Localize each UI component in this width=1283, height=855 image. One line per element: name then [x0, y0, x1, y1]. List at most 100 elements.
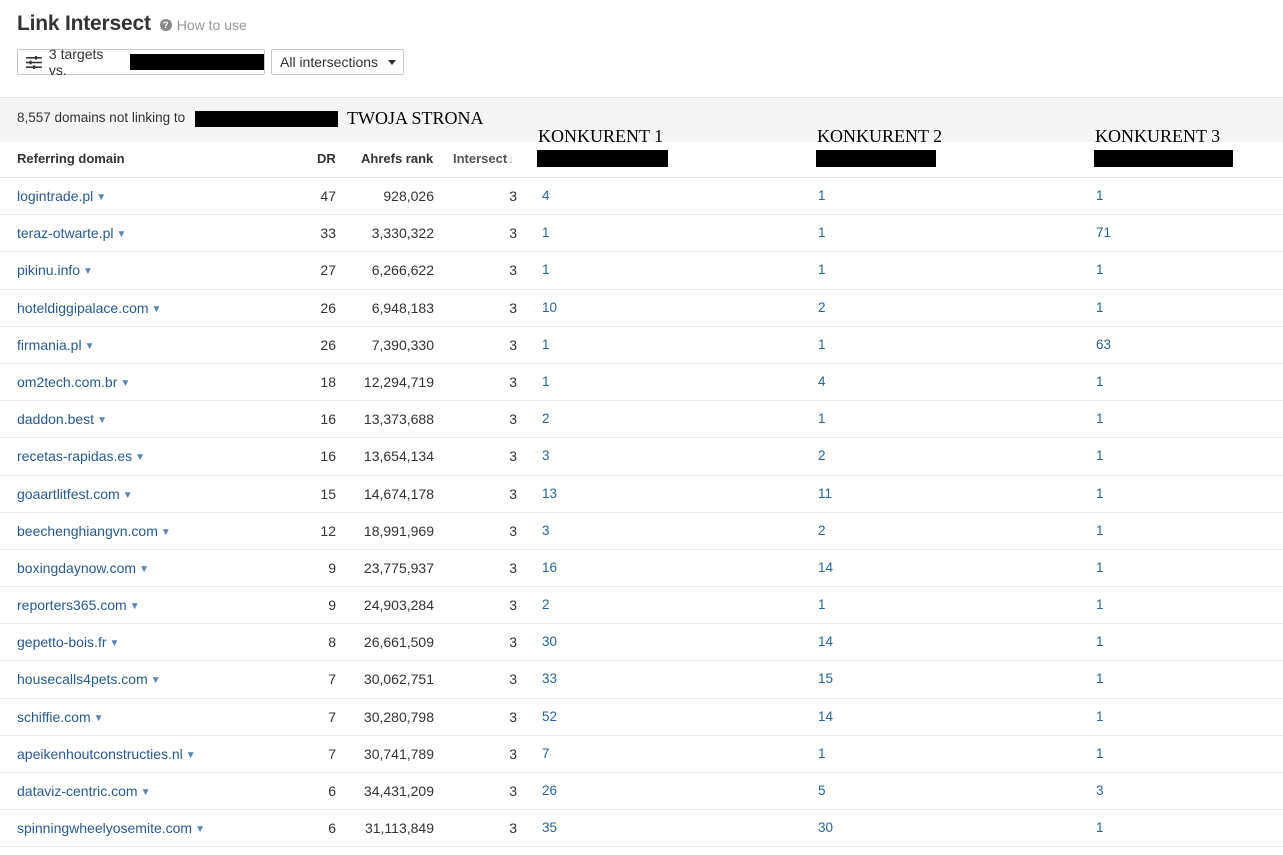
competitor-2-links[interactable]: 1 [818, 225, 826, 240]
domain-dropdown-icon[interactable]: ▼ [161, 527, 171, 538]
competitor-2-links[interactable]: 4 [818, 374, 826, 389]
competitor-3-links[interactable]: 1 [1096, 486, 1104, 501]
competitor-2-links[interactable]: 1 [818, 597, 826, 612]
col-referring-domain[interactable]: Referring domain [17, 151, 125, 166]
domain-link[interactable]: spinningwheelyosemite.com ▼ [17, 820, 205, 836]
domain-link[interactable]: schiffie.com ▼ [17, 709, 104, 725]
competitor-3-links[interactable]: 1 [1096, 560, 1104, 575]
competitor-3-links[interactable]: 3 [1096, 783, 1104, 798]
competitor-2-links[interactable]: 14 [818, 709, 833, 724]
competitor-1-links[interactable]: 16 [542, 560, 557, 575]
domain-link[interactable]: daddon.best ▼ [17, 411, 107, 427]
competitor-3-links[interactable]: 1 [1096, 262, 1104, 277]
competitor-2-links[interactable]: 14 [818, 634, 833, 649]
domain-dropdown-icon[interactable]: ▼ [123, 490, 133, 501]
domain-link[interactable]: housecalls4pets.com ▼ [17, 671, 161, 687]
domain-link[interactable]: firmania.pl ▼ [17, 337, 95, 353]
domain-name: teraz-otwarte.pl [17, 225, 114, 242]
competitor-3-links[interactable]: 1 [1096, 746, 1104, 761]
competitor-1-links[interactable]: 1 [542, 262, 550, 277]
competitor-1-links[interactable]: 4 [542, 188, 550, 203]
competitor-3-links[interactable]: 63 [1096, 337, 1111, 352]
competitor-1-links[interactable]: 33 [542, 671, 557, 686]
domain-dropdown-icon[interactable]: ▼ [135, 452, 145, 463]
domain-dropdown-icon[interactable]: ▼ [116, 229, 126, 240]
targets-button[interactable]: 3 targets vs. [17, 46, 265, 78]
competitor-1-links[interactable]: 35 [542, 820, 557, 835]
domain-link[interactable]: dataviz-centric.com ▼ [17, 783, 151, 799]
domain-link[interactable]: pikinu.info ▼ [17, 262, 93, 278]
competitor-2-links[interactable]: 1 [818, 337, 826, 352]
domain-dropdown-icon[interactable]: ▼ [195, 824, 205, 835]
domain-dropdown-icon[interactable]: ▼ [85, 341, 95, 352]
competitor-3-links[interactable]: 1 [1096, 374, 1104, 389]
competitor-3-links[interactable]: 1 [1096, 411, 1104, 426]
domain-dropdown-icon[interactable]: ▼ [152, 304, 162, 315]
domain-link[interactable]: teraz-otwarte.pl ▼ [17, 225, 126, 241]
domain-dropdown-icon[interactable]: ▼ [110, 638, 120, 649]
competitor-1-links[interactable]: 52 [542, 709, 557, 724]
domain-name: pikinu.info [17, 262, 81, 279]
domain-dropdown-icon[interactable]: ▼ [97, 415, 107, 426]
competitor-2-links[interactable]: 2 [818, 523, 826, 538]
competitor-1-links[interactable]: 3 [542, 523, 550, 538]
domain-link[interactable]: gepetto-bois.fr ▼ [17, 634, 119, 650]
domain-dropdown-icon[interactable]: ▼ [130, 601, 140, 612]
domain-dropdown-icon[interactable]: ▼ [83, 266, 93, 277]
competitor-3-links[interactable]: 71 [1096, 225, 1111, 240]
competitor-3-links[interactable]: 1 [1096, 634, 1104, 649]
competitor-2-links[interactable]: 11 [818, 486, 832, 501]
competitor-1-links[interactable]: 1 [542, 225, 550, 240]
domain-link[interactable]: beechenghiangvn.com ▼ [17, 523, 171, 539]
domain-dropdown-icon[interactable]: ▼ [151, 675, 161, 686]
domain-dropdown-icon[interactable]: ▼ [139, 564, 149, 575]
domain-link[interactable]: goaartlitfest.com ▼ [17, 486, 133, 502]
competitor-3-links[interactable]: 1 [1096, 597, 1104, 612]
col-ahrefs-rank[interactable]: Ahrefs rank [361, 151, 433, 166]
competitor-1-links[interactable]: 2 [542, 597, 550, 612]
competitor-3-links[interactable]: 1 [1096, 671, 1104, 686]
domain-link[interactable]: boxingdaynow.com ▼ [17, 560, 149, 576]
domain-dropdown-icon[interactable]: ▼ [120, 378, 130, 389]
domain-dropdown-icon[interactable]: ▼ [94, 713, 104, 724]
domain-link[interactable]: reporters365.com ▼ [17, 597, 140, 613]
competitor-2-links[interactable]: 14 [818, 560, 833, 575]
col-dr[interactable]: DR [317, 151, 336, 166]
competitor-3-links[interactable]: 1 [1096, 709, 1104, 724]
domain-dropdown-icon[interactable]: ▼ [186, 750, 196, 761]
domain-dropdown-icon[interactable]: ▼ [141, 787, 151, 798]
domain-link[interactable]: recetas-rapidas.es ▼ [17, 448, 145, 464]
domain-link[interactable]: logintrade.pl ▼ [17, 188, 106, 204]
competitor-1-links[interactable]: 10 [542, 300, 557, 315]
how-to-use-link[interactable]: How to use [177, 17, 247, 33]
competitor-1-links[interactable]: 1 [542, 337, 550, 352]
competitor-1-links[interactable]: 13 [542, 486, 557, 501]
competitor-2-links[interactable]: 15 [818, 671, 833, 686]
competitor-2-links[interactable]: 1 [818, 262, 826, 277]
competitor-2-links[interactable]: 5 [818, 783, 826, 798]
col-intersect[interactable]: Intersect↓ [453, 151, 514, 166]
competitor-1-links[interactable]: 30 [542, 634, 557, 649]
help-icon[interactable]: ? [159, 19, 172, 31]
competitor-2-links[interactable]: 2 [818, 300, 826, 315]
competitor-2-links[interactable]: 1 [818, 411, 826, 426]
competitor-3-links[interactable]: 1 [1096, 820, 1104, 835]
competitor-1-links[interactable]: 2 [542, 411, 550, 426]
competitor-2-links[interactable]: 2 [818, 448, 826, 463]
competitor-2-links[interactable]: 1 [818, 188, 826, 203]
competitor-2-links[interactable]: 30 [818, 820, 833, 835]
competitor-1-links[interactable]: 1 [542, 374, 550, 389]
competitor-3-links[interactable]: 1 [1096, 448, 1104, 463]
domain-link[interactable]: apeikenhoutconstructies.nl ▼ [17, 746, 196, 762]
competitor-1-links[interactable]: 26 [542, 783, 557, 798]
competitor-1-links[interactable]: 3 [542, 448, 550, 463]
competitor-2-links[interactable]: 1 [818, 746, 826, 761]
competitor-1-links[interactable]: 7 [542, 746, 550, 761]
domain-link[interactable]: om2tech.com.br ▼ [17, 374, 130, 390]
competitor-3-links[interactable]: 1 [1096, 188, 1104, 203]
competitor-3-links[interactable]: 1 [1096, 523, 1104, 538]
competitor-3-links[interactable]: 1 [1096, 300, 1104, 315]
intersection-filter-select[interactable]: All intersections [271, 49, 404, 75]
domain-dropdown-icon[interactable]: ▼ [96, 192, 106, 203]
domain-link[interactable]: hoteldiggipalace.com ▼ [17, 300, 161, 316]
